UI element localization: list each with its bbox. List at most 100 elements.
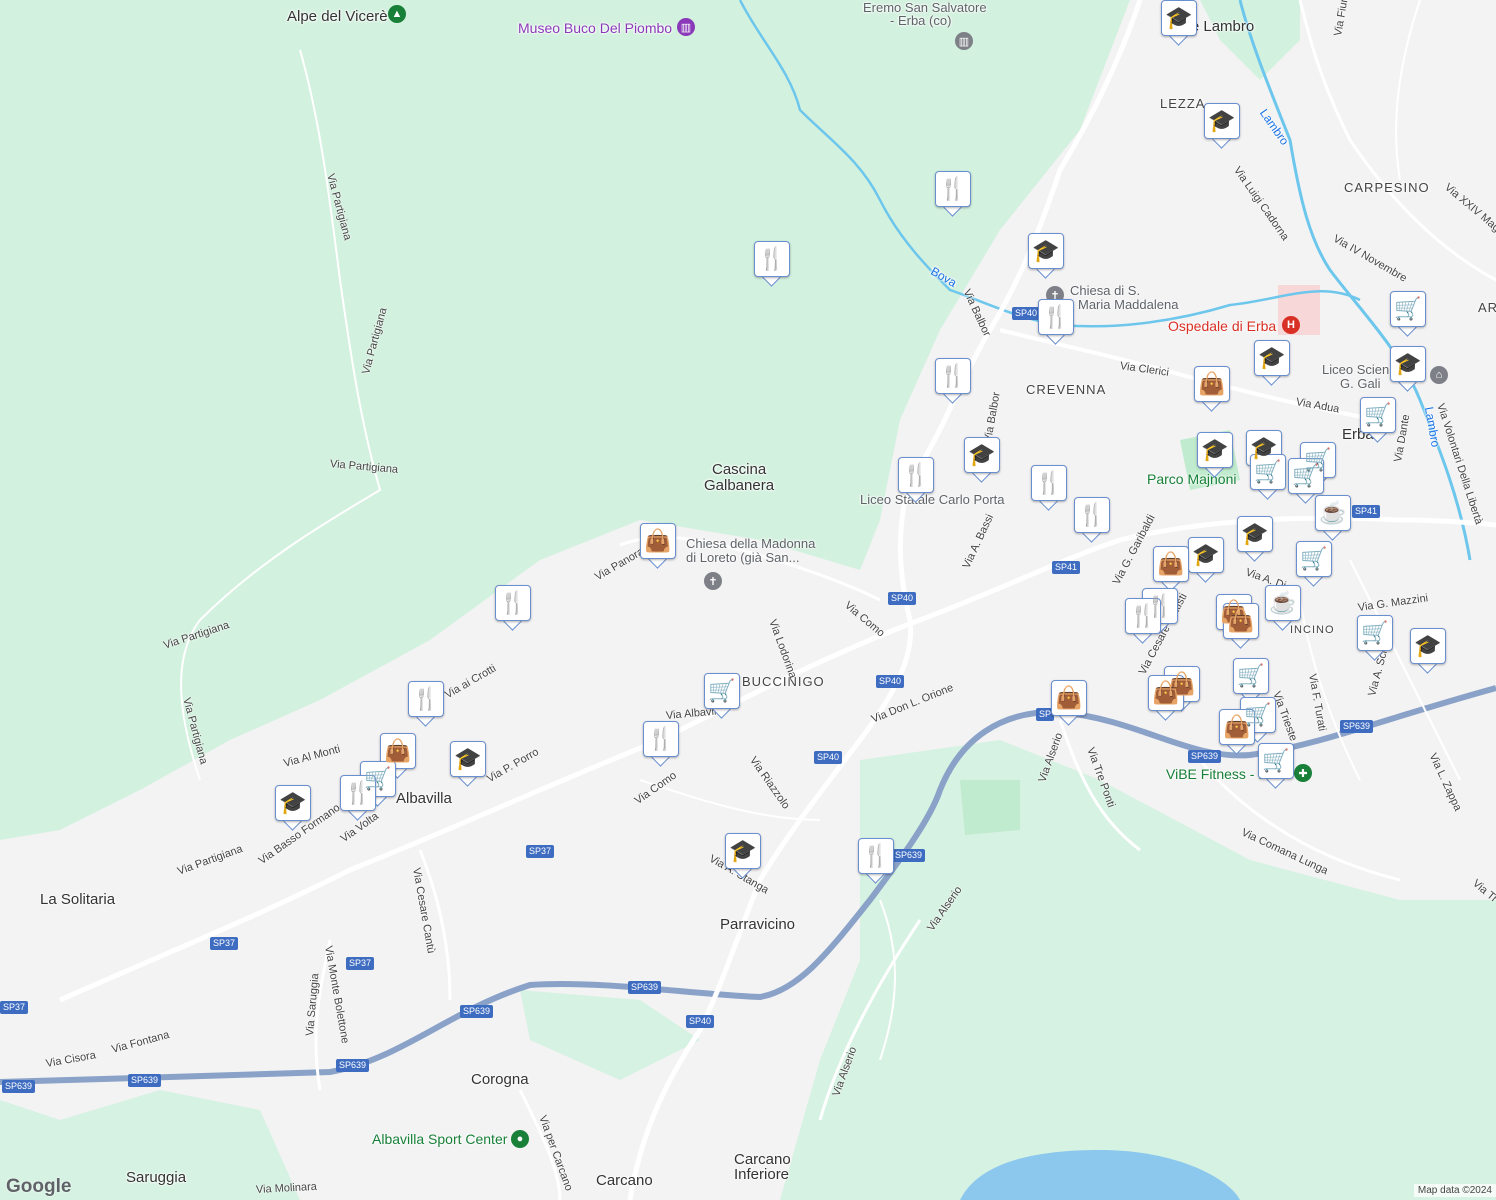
road-shield: SP639 bbox=[628, 981, 662, 994]
supermarket-marker[interactable]: 🛒 bbox=[1288, 458, 1324, 504]
shopping-bag-icon: 👜 bbox=[1055, 685, 1083, 710]
chiesa-s-label[interactable]: Chiesa di S. bbox=[1070, 283, 1140, 298]
map-canvas[interactable]: Alpe del Vicerè ▲ Museo Buco Del Piombo … bbox=[0, 0, 1496, 1200]
supermarket-marker[interactable]: 🛒 bbox=[1250, 454, 1286, 500]
restaurant-marker[interactable]: 🍴 bbox=[340, 775, 376, 821]
school-marker[interactable]: 🎓 bbox=[450, 741, 486, 787]
school-icon: 🎓 bbox=[1208, 108, 1236, 133]
road-shield: SP639 bbox=[336, 1059, 370, 1072]
restaurant-icon: 🍴 bbox=[862, 843, 890, 868]
shopping-cart-icon: 🛒 bbox=[1300, 546, 1328, 571]
school-icon: 🎓 bbox=[454, 746, 482, 771]
school-marker[interactable]: 🎓 bbox=[1390, 346, 1426, 392]
vibe-label[interactable]: ViBE Fitness - E bbox=[1166, 766, 1268, 782]
corogna-label: Corogna bbox=[471, 1071, 529, 1088]
supermarket-marker[interactable]: 🛒 bbox=[1357, 615, 1393, 661]
restaurant-marker[interactable]: 🍴 bbox=[1125, 598, 1161, 644]
school-marker[interactable]: 🎓 bbox=[1204, 103, 1240, 149]
buccinigo-label: BUCCINIGO bbox=[742, 674, 825, 689]
shopping-marker[interactable]: 👜 bbox=[1148, 675, 1184, 721]
school-icon: 🎓 bbox=[1241, 521, 1269, 546]
school-marker[interactable]: 🎓 bbox=[964, 437, 1000, 483]
carcano-inf-label-2: Inferiore bbox=[734, 1166, 790, 1183]
school-marker[interactable]: 🎓 bbox=[1188, 537, 1224, 583]
school-icon: 🎓 bbox=[1258, 345, 1286, 370]
shopping-cart-icon: 🛒 bbox=[1292, 463, 1320, 488]
supermarket-marker[interactable]: 🛒 bbox=[704, 673, 740, 719]
saruggia-label: Saruggia bbox=[126, 1169, 187, 1186]
restaurant-icon: 🍴 bbox=[1078, 502, 1106, 527]
shopping-cart-icon: 🛒 bbox=[708, 678, 736, 703]
restaurant-marker[interactable]: 🍴 bbox=[935, 358, 971, 404]
restaurant-icon: 🍴 bbox=[1129, 603, 1157, 628]
liceo-sci-label[interactable]: Liceo Scien bbox=[1322, 362, 1389, 377]
road-shield: SP37 bbox=[210, 937, 239, 950]
supermarket-marker[interactable]: 🛒 bbox=[1296, 541, 1332, 587]
school-icon: 🎓 bbox=[1165, 5, 1193, 30]
carcano-label: Carcano bbox=[596, 1172, 653, 1189]
chiesa-madonna-label-2[interactable]: di Loreto (già San... bbox=[686, 550, 799, 565]
school-marker[interactable]: 🎓 bbox=[1197, 432, 1233, 478]
restaurant-marker[interactable]: 🍴 bbox=[1031, 465, 1067, 511]
landmark-icon: ▥ bbox=[955, 32, 973, 50]
crevenna-label: CREVENNA bbox=[1026, 382, 1107, 397]
shopping-bag-icon: 👜 bbox=[1157, 551, 1185, 576]
supermarket-marker[interactable]: 🛒 bbox=[1390, 291, 1426, 337]
restaurant-marker[interactable]: 🍴 bbox=[1038, 299, 1074, 345]
restaurant-icon: 🍴 bbox=[647, 726, 675, 751]
school-marker[interactable]: 🎓 bbox=[1161, 0, 1197, 46]
restaurant-marker[interactable]: 🍴 bbox=[643, 721, 679, 767]
road-shield: SP41 bbox=[1052, 561, 1081, 574]
restaurant-marker[interactable]: 🍴 bbox=[1074, 497, 1110, 543]
cafe-marker[interactable]: ☕ bbox=[1315, 495, 1351, 541]
shopping-marker[interactable]: 👜 bbox=[1219, 709, 1255, 755]
restaurant-icon: 🍴 bbox=[344, 780, 372, 805]
road-shield: SP40 bbox=[876, 675, 905, 688]
map-attribution[interactable]: Map data ©2024 bbox=[1413, 1184, 1496, 1197]
school-marker[interactable]: 🎓 bbox=[275, 785, 311, 831]
shopping-marker[interactable]: 👜 bbox=[1223, 603, 1259, 649]
chiesa-madonna-label[interactable]: Chiesa della Madonna bbox=[686, 536, 815, 551]
restaurant-marker[interactable]: 🍴 bbox=[495, 585, 531, 631]
museo-label[interactable]: Museo Buco Del Piombo bbox=[518, 20, 672, 36]
restaurant-icon: 🍴 bbox=[939, 363, 967, 388]
supermarket-marker[interactable]: 🛒 bbox=[1360, 397, 1396, 443]
school-marker[interactable]: 🎓 bbox=[725, 833, 761, 879]
albavilla-sport-label[interactable]: Albavilla Sport Center bbox=[372, 1131, 507, 1147]
road-shield: SP40 bbox=[814, 751, 843, 764]
road-shield: SP639 bbox=[1188, 750, 1222, 763]
albavilla-label: Albavilla bbox=[396, 790, 452, 807]
school-marker[interactable]: 🎓 bbox=[1237, 516, 1273, 562]
restaurant-marker[interactable]: 🍴 bbox=[858, 838, 894, 884]
cafe-marker[interactable]: ☕ bbox=[1265, 585, 1301, 631]
hospital-icon: H bbox=[1282, 316, 1300, 334]
la-solitaria-label: La Solitaria bbox=[40, 891, 116, 908]
shopping-bag-icon: 👜 bbox=[384, 738, 412, 763]
ospedale-label[interactable]: Ospedale di Erba bbox=[1168, 318, 1276, 334]
chiesa-s-label-2[interactable]: Maria Maddalena bbox=[1078, 297, 1178, 312]
eremo-label-2[interactable]: - Erba (co) bbox=[890, 13, 951, 28]
shopping-marker[interactable]: 👜 bbox=[1194, 366, 1230, 412]
shopping-bag-icon: 👜 bbox=[644, 528, 672, 553]
restaurant-marker[interactable]: 🍴 bbox=[754, 241, 790, 287]
coffee-cup-icon: ☕ bbox=[1269, 590, 1297, 615]
liceo-sci-label-2[interactable]: G. Gali bbox=[1340, 376, 1380, 391]
shopping-marker[interactable]: 👜 bbox=[1051, 680, 1087, 726]
school-marker[interactable]: 🎓 bbox=[1028, 233, 1064, 279]
restaurant-marker[interactable]: 🍴 bbox=[935, 171, 971, 217]
restaurant-marker[interactable]: 🍴 bbox=[898, 457, 934, 503]
restaurant-icon: 🍴 bbox=[412, 686, 440, 711]
shopping-marker[interactable]: 👜 bbox=[1153, 546, 1189, 592]
supermarket-marker[interactable]: 🛒 bbox=[1258, 743, 1294, 789]
school-marker[interactable]: 🎓 bbox=[1254, 340, 1290, 386]
school-marker[interactable]: 🎓 bbox=[1410, 628, 1446, 674]
supermarket-marker[interactable]: 🛒 bbox=[1233, 658, 1269, 704]
restaurant-marker[interactable]: 🍴 bbox=[408, 681, 444, 727]
school-icon: 🎓 bbox=[968, 442, 996, 467]
shopping-bag-icon: 👜 bbox=[1152, 680, 1180, 705]
shopping-marker[interactable]: 👜 bbox=[640, 523, 676, 569]
restaurant-icon: 🍴 bbox=[499, 590, 527, 615]
lezza-label: LEZZA bbox=[1160, 96, 1206, 111]
school-icon: 🎓 bbox=[1250, 435, 1278, 460]
parravicino-label: Parravicino bbox=[720, 916, 796, 933]
